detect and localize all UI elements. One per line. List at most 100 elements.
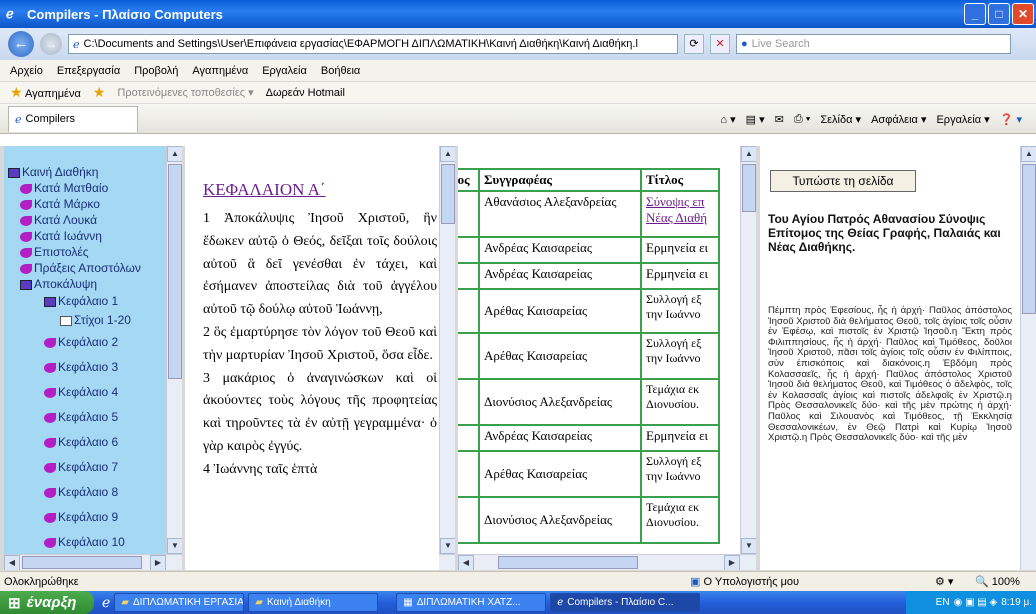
menu-tools[interactable]: Εργαλεία <box>262 65 307 77</box>
scroll-up-icon[interactable]: ▲ <box>167 146 182 162</box>
text-vertical-scrollbar[interactable]: ▲ ▼ <box>439 146 455 554</box>
summary-heading: Του Αγίου Πατρός Αθανασίου Σύνοψις Επίτο… <box>768 212 1001 254</box>
system-tray: EN ◉ ▣ ▤ ◈ 8:19 μ. <box>906 591 1036 614</box>
tree-item-chapter-5[interactable]: Κεφάλαιο 5 <box>8 405 141 430</box>
table-horizontal-scrollbar[interactable]: ◀ ▶ <box>458 554 756 570</box>
favorites-button[interactable]: ★ Αγαπημένα <box>10 84 81 101</box>
table-row: 2 Αρέθας Καισαρείας Συλλογή εξ την Ιωάνν… <box>458 452 718 496</box>
ie-quicklaunch-icon[interactable]: ℯ <box>102 594 110 611</box>
tree-item-chapter-3[interactable]: Κεφάλαιο 3 <box>8 355 141 380</box>
scroll-down-icon[interactable]: ▼ <box>167 538 182 554</box>
menu-favorites[interactable]: Αγαπημένα <box>192 65 248 77</box>
scroll-down-icon[interactable]: ▼ <box>741 538 756 554</box>
tree-item-mark[interactable]: Κατά Μάρκο <box>8 196 141 212</box>
mail-icon[interactable]: ✉ <box>775 113 784 126</box>
computer-icon: ▣ <box>690 576 701 588</box>
tree-item-chapter-2[interactable]: Κεφάλαιο 2 <box>8 330 141 355</box>
tree-item-john[interactable]: Κατά Ιωάννη <box>8 228 141 244</box>
scroll-up-icon[interactable]: ▲ <box>741 146 756 162</box>
tree-item-chapter-4[interactable]: Κεφάλαιο 4 <box>8 380 141 405</box>
menu-file[interactable]: Αρχείο <box>10 65 43 77</box>
taskbar-item-compilers[interactable]: ℯ Compilers - Πλαίσιο C... <box>550 593 701 612</box>
safety-menu[interactable]: Ασφάλεια ▾ <box>871 113 926 126</box>
tree-item-luke[interactable]: Κατά Λουκά <box>8 212 141 228</box>
taskbar-item-folder-thesis[interactable]: ▰ ΔΙΠΛΩΜΑΤΙΚΗ ΕΡΓΑΣΙΑ <box>114 593 245 612</box>
window-title: Compilers - Πλαίσιο Computers <box>27 6 223 22</box>
suggested-sites-link[interactable]: Προτεινόμενες τοποθεσίες ▾ <box>117 86 253 99</box>
scroll-thumb[interactable] <box>1022 164 1036 314</box>
person-icon <box>20 215 32 226</box>
menu-edit[interactable]: Επεξεργασία <box>57 65 120 77</box>
summary-vertical-scrollbar[interactable]: ▲ <box>1020 146 1036 570</box>
tree-vertical-scrollbar[interactable]: ▲ ▼ <box>166 146 182 554</box>
table-row: 2 Διονύσιος Αλεξανδρείας Τεμάχια εκ Διον… <box>458 498 718 542</box>
back-button[interactable]: ← <box>8 31 34 57</box>
maximize-button[interactable]: □ <box>988 3 1010 25</box>
tree-item-chapter-9[interactable]: Κεφάλαιο 9 <box>8 505 141 530</box>
hotmail-link[interactable]: Δωρεάν Hotmail <box>266 87 345 99</box>
tree-item-chapter-7[interactable]: Κεφάλαιο 7 <box>8 455 141 480</box>
tab-compilers[interactable]: ℯ Compilers <box>8 105 138 132</box>
scroll-thumb[interactable] <box>742 164 756 212</box>
tree-item-epistles[interactable]: Επιστολές <box>8 244 141 260</box>
start-button[interactable]: ⊞ έναρξη <box>0 591 94 614</box>
language-indicator[interactable]: EN <box>936 597 950 608</box>
cell-author: Αθανάσιος Αλεξανδρείας <box>480 192 640 236</box>
add-favorite-icon[interactable]: ★ <box>93 84 106 101</box>
menu-view[interactable]: Προβολή <box>134 65 178 77</box>
tree-item-chapter-10[interactable]: Κεφάλαιο 10 <box>8 530 141 555</box>
feeds-icon[interactable]: ▤ ▾ <box>746 113 765 126</box>
taskbar: ⊞ έναρξη ℯ ▰ ΔΙΠΛΩΜΑΤΙΚΗ ΕΡΓΑΣΙΑ ▰ Καινή Δ… <box>0 591 1036 614</box>
tree-item-chapter-1[interactable]: Κεφάλαιο 1 <box>8 292 141 311</box>
tree-item-chapter-8[interactable]: Κεφάλαιο 8 <box>8 480 141 505</box>
scroll-right-icon[interactable]: ▶ <box>724 555 740 570</box>
page-menu[interactable]: Σελίδα ▾ <box>820 113 861 126</box>
refresh-button[interactable]: ⟳ <box>684 34 704 54</box>
tree-root[interactable]: Καινή Διαθήκη <box>8 164 141 180</box>
book-icon <box>20 279 32 290</box>
tree-item-revelation[interactable]: Αποκάλυψη <box>8 276 141 292</box>
tools-menu[interactable]: Εργαλεία ▾ <box>936 113 989 126</box>
scroll-thumb[interactable] <box>22 556 142 569</box>
scroll-down-icon[interactable]: ▼ <box>440 538 455 554</box>
star-icon: ★ <box>10 84 23 100</box>
scroll-thumb[interactable] <box>441 164 455 224</box>
cell-author: Ανδρέας Καισαρείας <box>480 238 640 262</box>
scroll-left-icon[interactable]: ◀ <box>458 555 474 570</box>
cell-verse: 1 <box>458 380 478 424</box>
table-vertical-scrollbar[interactable]: ▲ ▼ <box>740 146 756 554</box>
minimize-button[interactable]: _ <box>964 3 986 25</box>
forward-button[interactable]: → <box>40 33 62 55</box>
tree-item-chapter-6[interactable]: Κεφάλαιο 6 <box>8 430 141 455</box>
scroll-right-icon[interactable]: ▶ <box>150 555 166 570</box>
menu-help[interactable]: Βοήθεια <box>321 65 360 77</box>
search-input[interactable]: ● Live Search <box>736 34 1011 54</box>
stop-button[interactable]: ✕ <box>710 34 730 54</box>
taskbar-item-word-doc[interactable]: ▦ ΔΙΠΛΩΜΑΤΙΚΗ ΧΑΤΖ... <box>396 593 547 612</box>
close-button[interactable]: ✕ <box>1012 3 1034 25</box>
taskbar-item-folder-nt[interactable]: ▰ Καινή Διαθήκη <box>248 593 379 612</box>
column-header-verse: χος <box>458 170 478 190</box>
scroll-up-icon[interactable]: ▲ <box>440 146 455 162</box>
cell-verse: 2 <box>458 452 478 496</box>
print-icon[interactable]: ⎙ ▾ <box>794 113 810 126</box>
person-icon <box>44 362 56 373</box>
home-icon[interactable]: ⌂ ▾ <box>720 113 735 126</box>
cell-author: Αρέθας Καισαρείας <box>480 452 640 496</box>
scroll-thumb[interactable] <box>168 164 182 379</box>
help-icon[interactable]: ❓ ▾ <box>1000 113 1022 126</box>
tree-item-verses[interactable]: Στίχοι 1-20 <box>8 311 141 330</box>
scroll-left-icon[interactable]: ◀ <box>4 555 20 570</box>
zoom-button[interactable]: 🔍 100% <box>975 575 1020 588</box>
tree-horizontal-scrollbar[interactable]: ◀ ▶ <box>4 554 182 570</box>
tree-item-matthew[interactable]: Κατά Ματθαίο <box>8 180 141 196</box>
cell-title-link[interactable]: Σύνοψις επ Νέας Διαθή <box>642 192 718 236</box>
scroll-thumb[interactable] <box>498 556 638 569</box>
url-field[interactable]: ℯ C:\Documents and Settings\User\Επιφάνε… <box>68 34 678 54</box>
live-search-icon: ● <box>741 38 748 50</box>
person-icon <box>44 462 56 473</box>
chapter-title-link[interactable]: ΚΕΦΑΛΑΙΟΝ Α΄ <box>203 180 326 200</box>
tree-item-acts[interactable]: Πράξεις Αποστόλων <box>8 260 141 276</box>
scroll-up-icon[interactable]: ▲ <box>1021 146 1036 162</box>
print-page-button[interactable]: Τυπώστε τη σελίδα <box>770 170 916 192</box>
